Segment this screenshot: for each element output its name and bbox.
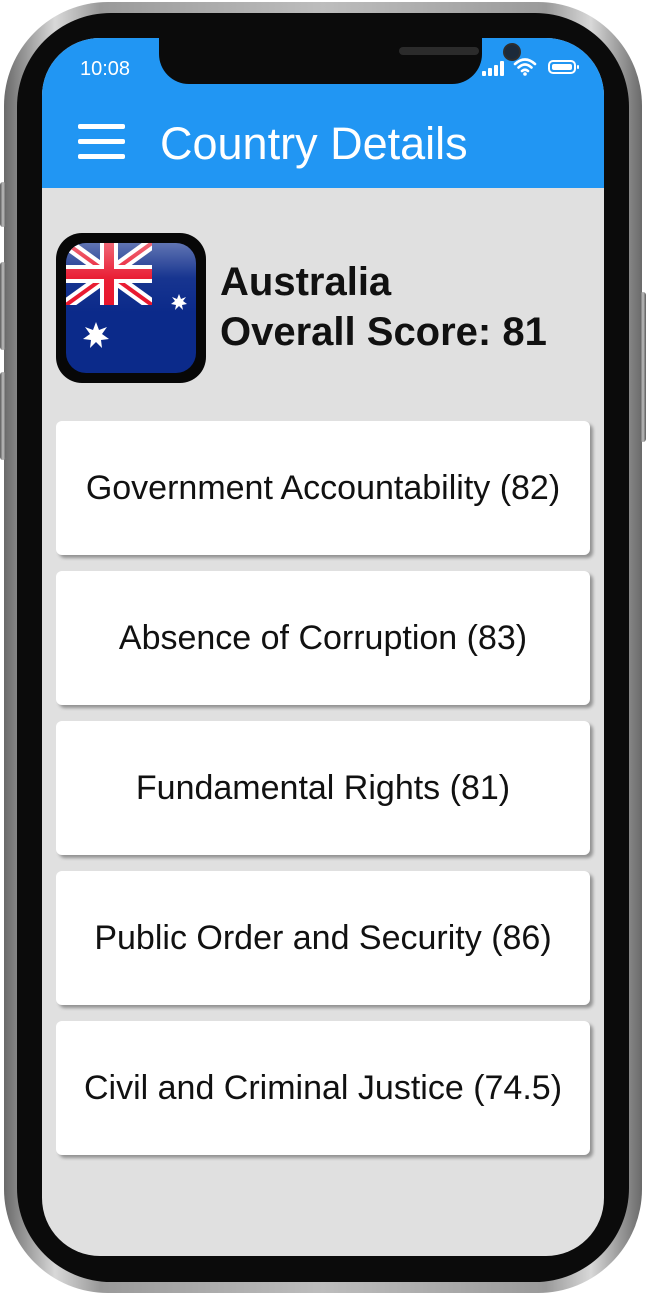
category-label: Civil and Criminal Justice (74.5) [83,1068,563,1107]
category-card-government-accountability[interactable]: Government Accountability (82) [56,421,590,555]
status-time: 10:08 [80,58,131,80]
category-label: Fundamental Rights (81) [135,768,511,807]
front-camera [503,43,521,61]
category-card-fundamental-rights[interactable]: Fundamental Rights (81) [56,721,590,855]
flag-image [66,243,196,373]
hamburger-menu-icon[interactable] [78,124,126,160]
category-list: Government Accountability (82) Absence o… [56,421,590,1171]
australia-flag-icon [56,233,206,383]
phone-notch [159,38,521,84]
volume-up-button [0,262,6,350]
category-card-public-order-and-security[interactable]: Public Order and Security (86) [56,871,590,1005]
category-label: Absence of Corruption (83) [118,618,528,657]
country-name: Australia [220,260,392,304]
app-bar: 10:08 Country Details [42,38,604,188]
page-title: Country Details [160,118,468,169]
app-screen: 10:08 Country Details Australia Overall … [42,38,604,1256]
category-card-civil-and-criminal-justice[interactable]: Civil and Criminal Justice (74.5) [56,1021,590,1155]
category-label: Government Accountability (82) [85,468,561,507]
side-button [0,182,6,227]
power-button [640,292,646,442]
battery-icon [548,60,579,74]
wifi-icon [513,58,537,76]
overall-score: Overall Score: 81 [220,310,547,354]
speaker-grille [399,47,479,55]
category-card-absence-of-corruption[interactable]: Absence of Corruption (83) [56,571,590,705]
cellular-signal-icon [482,60,508,76]
volume-down-button [0,372,6,460]
category-label: Public Order and Security (86) [94,918,552,957]
